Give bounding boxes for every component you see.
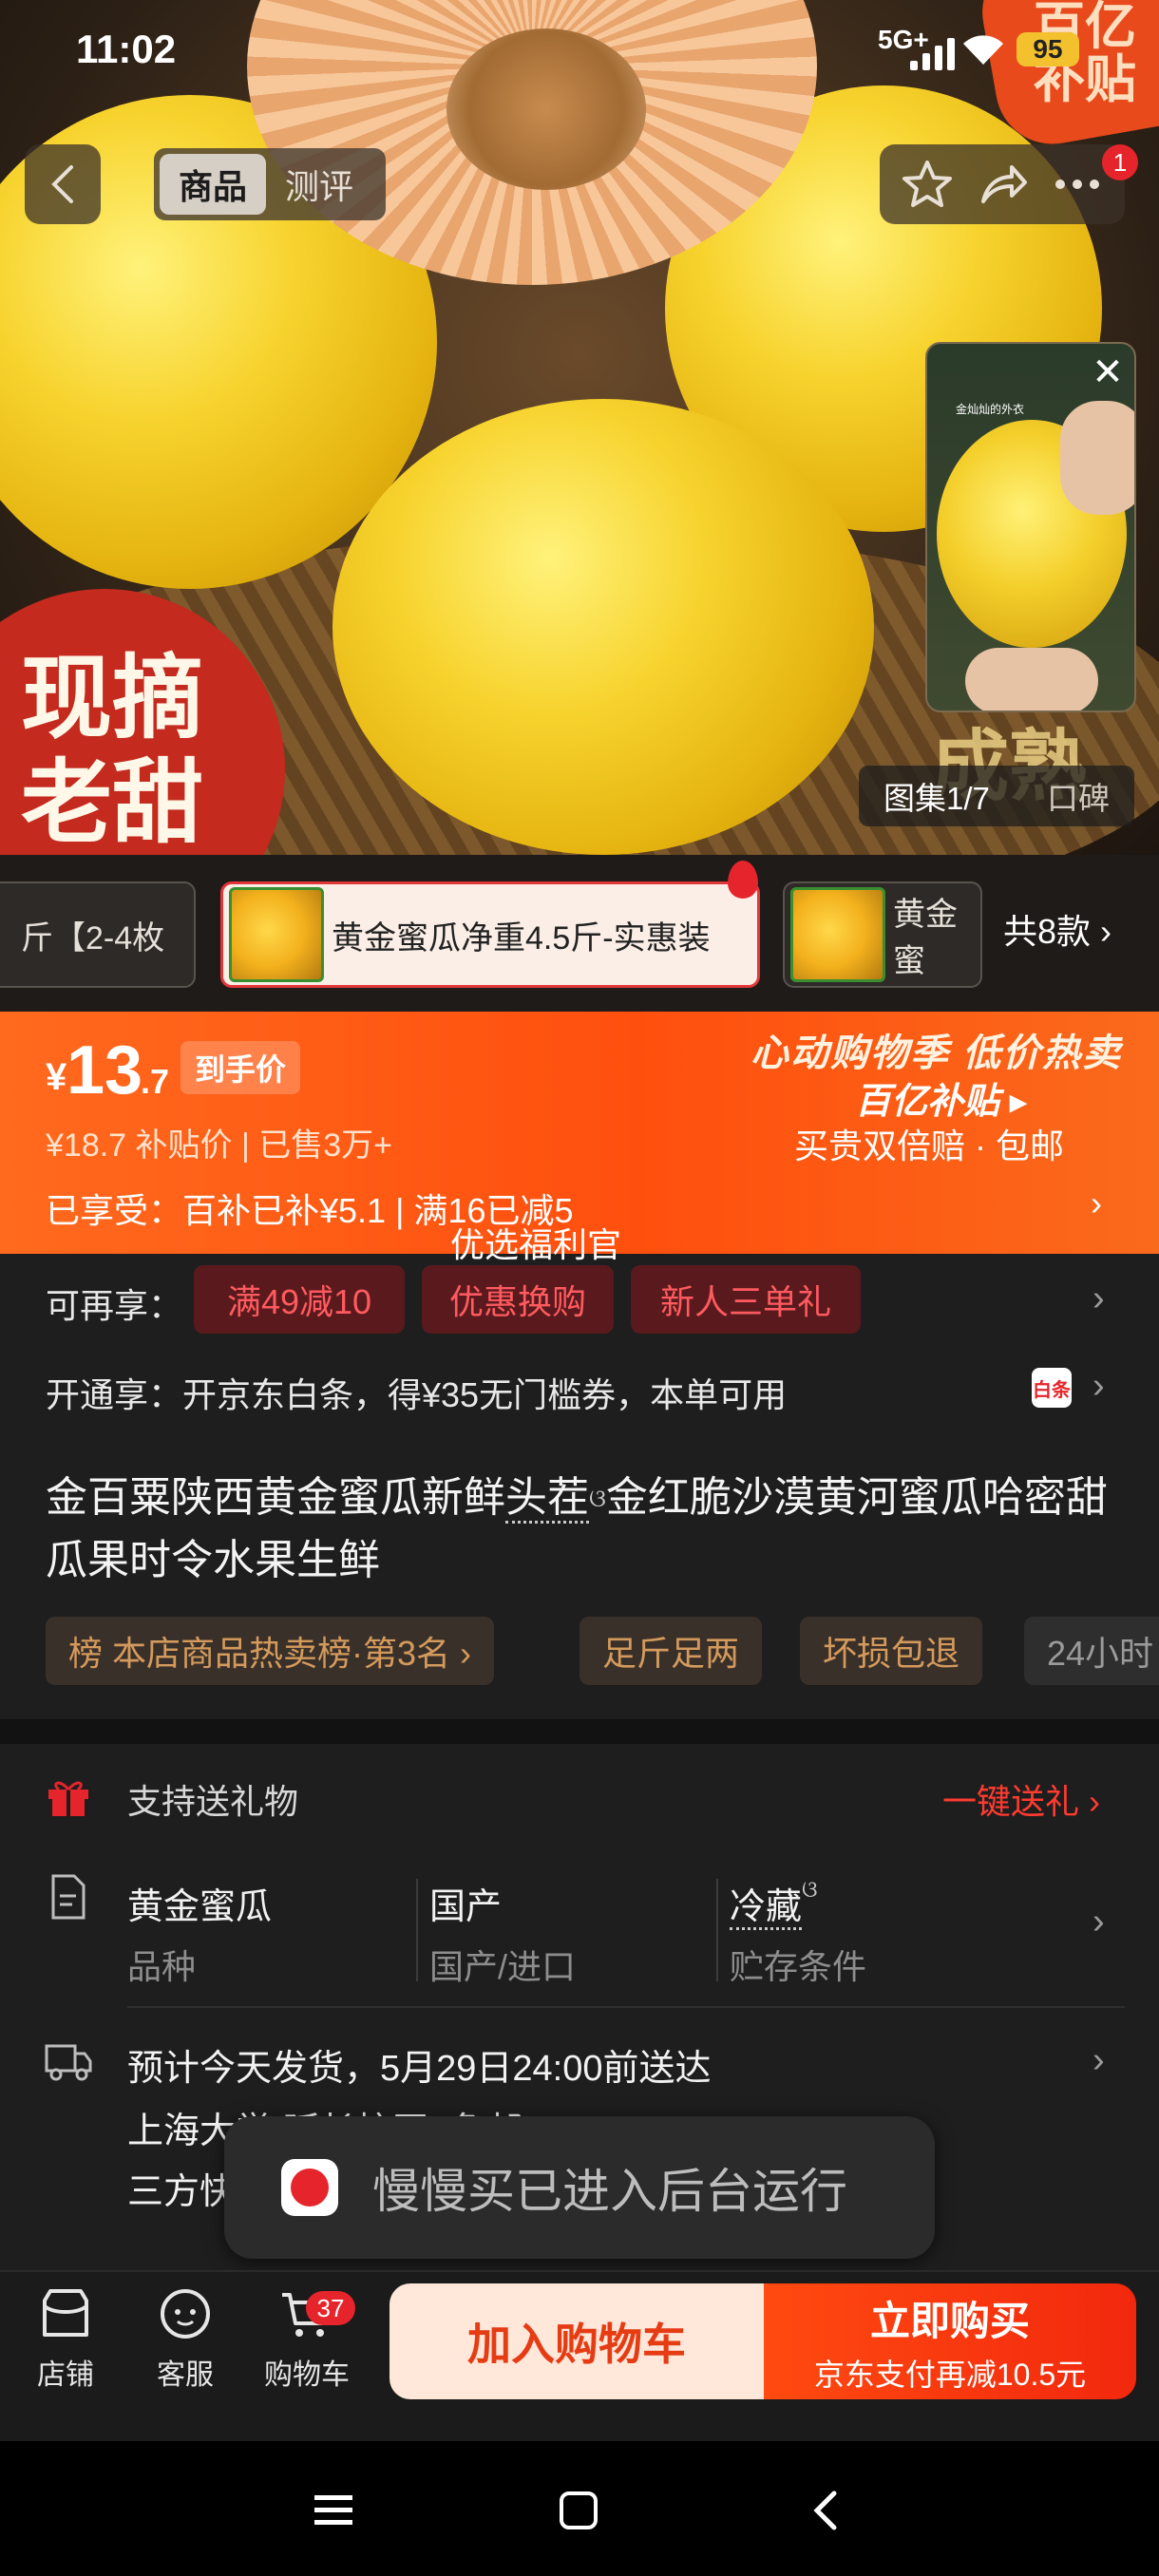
attr-value[interactable]: 冷藏ଓ [730, 1877, 818, 1930]
top-actions [880, 144, 1125, 224]
ranking-tag[interactable]: 榜 本店商品热卖榜·第3名 › [46, 1617, 495, 1685]
cart-count-badge: 37 [306, 2291, 355, 2325]
product-title: 金百粟陕西黄金蜜瓜新鲜头茬ଓ金红脆沙漠黄河蜜瓜哈密甜瓜果时令水果生鲜 [46, 1474, 1108, 1583]
buy-now-button[interactable]: 立即购买 京东支付再减10.5元 [764, 2283, 1136, 2399]
customer-service-icon [161, 2289, 210, 2339]
app-logo-icon [281, 2159, 338, 2216]
attr-value: 国产 [429, 1887, 503, 1927]
wifi-icon [963, 35, 1003, 65]
toast-message: 慢慢买已进入后台运行 [372, 2165, 847, 2218]
cart-label: 购物车 [264, 2359, 350, 2391]
variant-selector: 斤【2-4枚 黄金蜜瓜净重4.5斤-实惠装 黄金蜜 [0, 855, 1159, 1016]
page-tabs: 商品 测评 [154, 148, 386, 220]
guarantee-tag[interactable]: 24小时 [1024, 1617, 1159, 1685]
attr-key: 国产/进口 [429, 1947, 577, 1986]
back-button[interactable] [25, 144, 101, 224]
guarantee-tag[interactable]: 坏损包退 [800, 1617, 983, 1685]
variant-label: 黄金蜜瓜净重4.5斤-实惠装 [332, 919, 711, 957]
chevron-right-icon[interactable]: › [1092, 1366, 1105, 1407]
recent-apps-icon[interactable] [300, 2477, 367, 2544]
reputation-tab[interactable]: 口碑 [1047, 773, 1110, 819]
variant-option[interactable]: 黄金蜜 [783, 881, 982, 988]
floating-video[interactable]: 金灿灿的外衣 [925, 342, 1136, 712]
favorite-star-icon[interactable] [901, 158, 954, 211]
coupon-chip[interactable]: 新人三单礼 [631, 1265, 861, 1334]
video-caption: 金灿灿的外衣 [956, 403, 1025, 416]
all-variants-link[interactable]: 共8款 › [1003, 904, 1112, 954]
chevron-right-icon[interactable]: › [1092, 2040, 1105, 2081]
melon-image [332, 399, 874, 855]
video-hand-image [965, 648, 1098, 710]
delivery-estimate: 预计今天发货，5月29日24:00前送达 [127, 2049, 712, 2089]
gift-support-label: 支持送礼物 [127, 1782, 299, 1821]
gift-icon [48, 1781, 88, 1816]
video-close-icon[interactable]: ✕ [1083, 348, 1132, 397]
attr-key: 贮存条件 [730, 1947, 867, 1986]
price-currency: ¥ [46, 1056, 67, 1098]
attr-value: 黄金蜜瓜 [127, 1887, 273, 1927]
home-icon[interactable] [545, 2477, 612, 2544]
buy-now-label: 立即购买 [869, 2298, 1030, 2343]
variant-thumbnail [790, 887, 885, 982]
notification-badge: 1 [1102, 144, 1138, 180]
tab-product[interactable]: 商品 [160, 154, 267, 215]
chevron-right-icon[interactable]: › [1092, 1902, 1105, 1942]
row-divider [127, 2006, 1125, 2008]
baitiao-icon: 白条 [1032, 1368, 1072, 1408]
tab-review[interactable]: 测评 [266, 154, 372, 215]
chevron-right-icon[interactable]: › [1091, 1184, 1102, 1223]
document-icon [51, 1874, 86, 1920]
hot-flame-icon [728, 861, 758, 899]
buy-now-discount: 京东支付再减10.5元 [813, 2357, 1087, 2392]
attr-divider [416, 1879, 418, 1981]
truck-icon [45, 2044, 92, 2081]
section-divider [0, 1719, 1159, 1744]
promo-guarantee: 买贵双倍赔 · 包邮 [794, 1127, 1064, 1165]
variant-label: 斤【2-4枚 [21, 919, 165, 957]
coupon-chip[interactable]: 优惠换购 [422, 1265, 614, 1334]
price-decimal: .7 [141, 1062, 170, 1101]
subsidy-brand-link[interactable]: 百亿补贴 ▸ [855, 1071, 1028, 1124]
coupon-chip[interactable]: 满49减10 [194, 1265, 405, 1334]
service-label: 客服 [157, 2359, 214, 2391]
status-time: 11:02 [76, 27, 177, 71]
variant-thumbnail [229, 887, 324, 982]
more-dots-icon[interactable] [1051, 158, 1104, 211]
video-hand-image [1060, 401, 1134, 515]
store-icon [43, 2289, 88, 2337]
variant-option[interactable]: 斤【2-4枚 [0, 881, 196, 988]
back-nav-icon[interactable] [792, 2477, 859, 2544]
share-icon[interactable] [976, 158, 1029, 211]
battery-indicator: 95 [1016, 32, 1079, 66]
variant-option-selected[interactable]: 黄金蜜瓜净重4.5斤-实惠装 [220, 881, 760, 988]
promo-badge-text: 现摘老甜 [21, 644, 203, 856]
final-price-tag: 到手价 [180, 1041, 300, 1094]
add-to-cart-button[interactable]: 加入购物车 [390, 2283, 764, 2399]
welfare-label: 优选福利官 [450, 1225, 622, 1264]
price-integer: 13 [66, 1032, 143, 1108]
promo-title: 心动购物季 低价热卖 [750, 1032, 1123, 1074]
store-label: 店铺 [37, 2359, 94, 2391]
attr-divider [716, 1879, 718, 1981]
customer-service-button[interactable]: 客服 [133, 2287, 238, 2393]
gallery-indicator[interactable]: 图集1/7 口碑 [859, 766, 1134, 826]
background-running-toast: 慢慢买已进入后台运行 [224, 2116, 935, 2259]
gallery-count: 图集1/7 [884, 781, 990, 816]
back-arrow-icon [51, 165, 73, 203]
variant-label: 黄金蜜 [893, 897, 958, 979]
term-explain-link[interactable]: 头茬 [505, 1474, 589, 1524]
attr-key: 品种 [127, 1947, 197, 1986]
more-offers-label: 可再享： [46, 1286, 183, 1325]
melon-seeds-image [446, 28, 646, 190]
search-hint-icon: ଓ [802, 1877, 818, 1903]
search-hint-icon: ଓ [589, 1484, 606, 1512]
guarantee-tag[interactable]: 足斤足两 [580, 1617, 763, 1685]
baitiao-offer[interactable]: 开通享：开京东白条，得¥35无门槛券，本单可用 [46, 1368, 787, 1417]
store-button[interactable]: 店铺 [13, 2287, 118, 2393]
original-price-line: ¥18.7 补贴价 | 已售3万+ [46, 1127, 393, 1164]
signal-icon [910, 38, 955, 70]
chevron-right-icon[interactable]: › [1092, 1279, 1105, 1319]
send-gift-link[interactable]: 一键送礼 › [942, 1774, 1100, 1824]
